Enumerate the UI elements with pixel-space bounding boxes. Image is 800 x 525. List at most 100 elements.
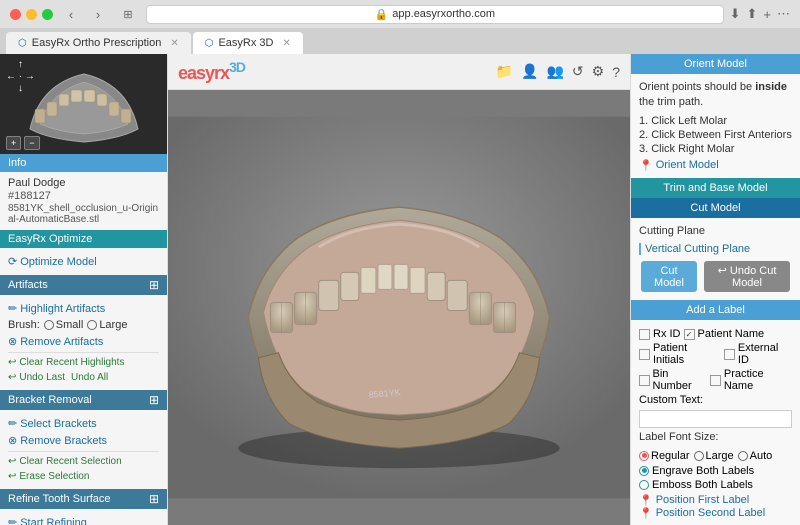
easyrx-optimize-header[interactable]: EasyRx Optimize [0,230,167,248]
orient-model-link[interactable]: 📍 Orient Model [639,159,792,172]
brush-large-radio-icon [87,320,97,330]
rx-patient-row: Rx ID Patient Name [639,328,792,340]
refresh-icon[interactable]: ↺ [572,63,584,80]
patient-name: Paul Dodge [8,177,159,189]
artifacts-header[interactable]: Artifacts ⊞ [0,275,167,295]
close-button[interactable] [10,9,21,20]
canvas-toolbar: easyrx3D 📁 👤 👥 ↺ ⚙ ? [168,54,630,90]
patient-initials-checkbox[interactable] [639,349,650,360]
brush-small-radio-icon [44,320,54,330]
refine-content: ✏ Start Refining [0,509,167,525]
artifacts-expand-icon[interactable]: ⊞ [149,278,159,292]
position-second-label-link[interactable]: 📍 Position Second Label [639,507,792,520]
share-icon[interactable]: ⬆ [747,6,758,22]
undo-all-button[interactable]: Undo All [71,370,108,385]
add-tab-icon[interactable]: + [763,7,771,22]
font-auto-radio [738,451,748,461]
cut-model-content: Cutting Plane Vertical Cutting Plane Cut… [631,218,800,300]
erase-selection-button[interactable]: ↩ Erase Selection [8,469,159,484]
menu-icon[interactable]: ⋯ [777,6,790,22]
start-refining-button[interactable]: ✏ Start Refining [8,514,159,525]
settings-icon[interactable]: ⚙ [592,63,605,80]
bracket-expand-icon[interactable]: ⊞ [149,393,159,407]
custom-text-input[interactable] [639,410,792,428]
toolbar-icons: 📁 👤 👥 ↺ ⚙ ? [496,63,620,80]
forward-button[interactable]: › [86,5,110,23]
add-label-header: Add a Label [631,300,800,320]
orient-steps-list: 1. Click Left Molar 2. Click Between Fir… [639,115,792,155]
highlight-artifacts-button[interactable]: ✏ Highlight Artifacts [8,300,159,317]
download-icon[interactable]: ⬇ [730,6,741,22]
external-id-checkbox[interactable] [724,349,735,360]
clear-highlights-icon: ↩ [8,357,16,368]
remove-brackets-icon: ⊗ [8,434,17,447]
bracket-removal-header[interactable]: Bracket Removal ⊞ [0,390,167,410]
help-icon[interactable]: ? [612,64,620,80]
brush-small-radio[interactable]: Small [44,319,84,331]
info-section-header[interactable]: Info [0,154,167,172]
logo-easy: easy [178,63,214,83]
add-label-content: Rx ID Patient Name Patient Initials Exte… [631,320,800,525]
maximize-button[interactable] [42,9,53,20]
brush-icon: ✏ [8,302,17,315]
practice-name-checkbox[interactable] [710,375,721,386]
logo-3d: 3D [229,59,245,75]
clear-recent-selection-button[interactable]: ↩ Clear Recent Selection [8,454,159,469]
brush-large-radio[interactable]: Large [87,319,127,331]
refine-expand-icon[interactable]: ⊞ [149,492,159,506]
back-button[interactable]: ‹ [59,5,83,23]
zoom-out-button[interactable]: − [24,136,39,150]
orient-step-2: 2. Click Between First Anteriors [639,129,792,141]
engrave-row[interactable]: Engrave Both Labels [639,465,792,477]
minimize-button[interactable] [26,9,37,20]
orient-model-header: Orient Model [631,54,800,74]
optimize-model-button[interactable]: ⟳ Optimize Model [8,253,159,270]
position-first-icon: 📍 [639,494,653,507]
cut-model-button[interactable]: Cut Model [641,261,697,292]
person-icon[interactable]: 👤 [521,63,538,80]
patient-name-checkbox[interactable] [684,329,695,340]
zoom-in-button[interactable]: + [6,136,21,150]
address-bar[interactable]: 🔒 app.easyrxortho.com [146,5,724,24]
emboss-row[interactable]: Emboss Both Labels [639,479,792,491]
person2-icon[interactable]: 👥 [546,63,563,80]
clear-recent-highlights-button[interactable]: ↩ Clear Recent Highlights [8,355,159,370]
emboss-radio [639,480,649,490]
tabs-bar: ⬡ EasyRx Ortho Prescription ✕ ⬡ EasyRx 3… [0,28,800,54]
select-brackets-icon: ✏ [8,417,17,430]
optimize-content: ⟳ Optimize Model [0,248,167,275]
title-bar: ‹ › ⊞ 🔒 app.easyrxortho.com ⬇ ⬆ + ⋯ [0,0,800,28]
refine-tooth-header[interactable]: Refine Tooth Surface ⊞ [0,489,167,509]
undo-last-icon: ↩ [8,372,16,383]
undo-icon: ↩ [718,265,727,277]
remove-artifacts-button[interactable]: ⊗ Remove Artifacts [8,333,159,350]
rx-id-checkbox[interactable] [639,329,650,340]
position-first-label-link[interactable]: 📍 Position First Label [639,494,792,507]
remove-brackets-button[interactable]: ⊗ Remove Brackets [8,432,159,449]
remove-artifacts-icon: ⊗ [8,335,17,348]
bin-number-checkbox[interactable] [639,375,650,386]
cutting-plane-label: Cutting Plane [639,224,792,239]
font-large-option[interactable]: Large [694,450,734,462]
orient-desc: Orient points should be inside the trim … [639,80,792,111]
app-logo: easyrx3D [178,59,245,84]
undo-cut-button[interactable]: ↩ Undo Cut Model [704,261,790,292]
font-auto-option[interactable]: Auto [738,450,773,462]
tab-3d[interactable]: ⬡ EasyRx 3D ✕ [193,32,303,54]
folder-icon[interactable]: 📁 [496,63,513,80]
trim-base-header[interactable]: Trim and Base Model [631,178,800,198]
vertical-cutting-plane[interactable]: Vertical Cutting Plane [639,243,792,255]
canvas-viewport[interactable]: 8581YK [168,90,630,525]
erase-selection-icon: ↩ [8,471,16,482]
custom-text-row: Custom Text: [639,394,792,406]
undo-last-button[interactable]: ↩ Undo Last [8,370,65,385]
font-size-options: Regular Large Auto [639,450,792,462]
zoom-controls[interactable]: + − [6,136,40,150]
select-brackets-button[interactable]: ✏ Select Brackets [8,415,159,432]
preview-nav-controls: ↑ ← · → ↓ [6,59,35,95]
tab-prescription[interactable]: ⬡ EasyRx Ortho Prescription ✕ [6,32,191,54]
app-body: ↑ ← · → ↓ + − Info Paul Dodge #188127 85… [0,54,800,525]
patient-file: 8581YK_shell_occlusion_u-Original-Automa… [8,203,159,225]
font-regular-option[interactable]: Regular [639,450,690,462]
sidebar-toggle[interactable]: ⊞ [116,5,140,23]
